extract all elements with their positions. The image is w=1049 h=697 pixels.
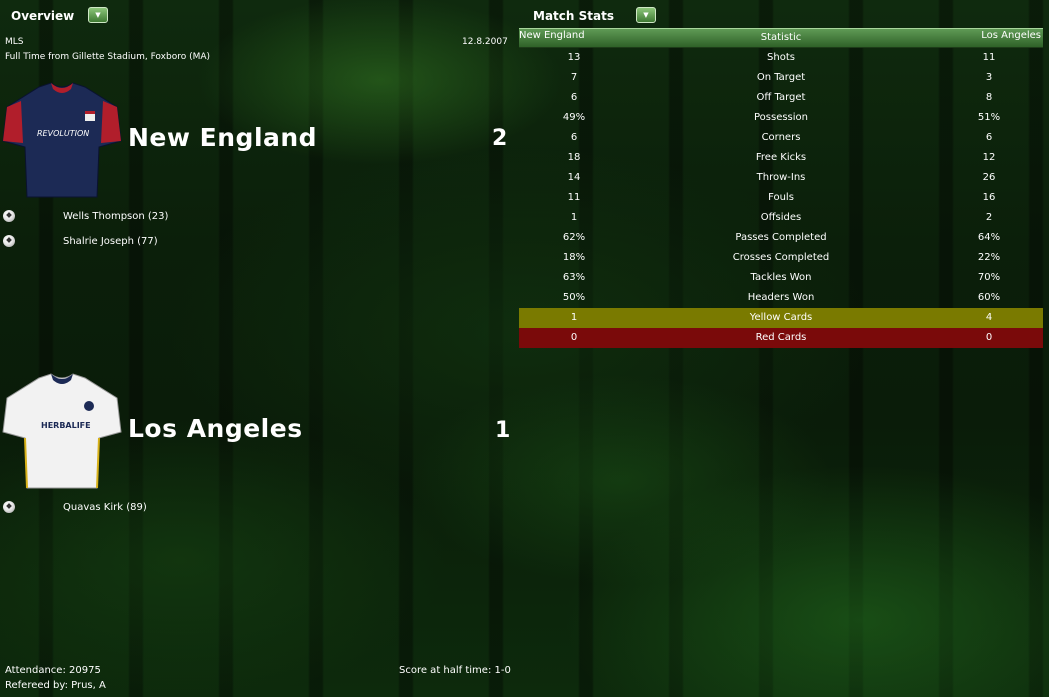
stats-row: 18 Free Kicks 12 [519,148,1043,168]
referee-text: Refereed by: Prus, A [5,680,106,691]
stats-row: 6 Corners 6 [519,128,1043,148]
stat-home-value: 62% [562,232,586,243]
stats-table-body: 13 Shots 11 7 On Target 3 6 Off Target 8 49% Posse… [519,48,1043,348]
competition-label: MLS [5,37,24,47]
stat-name: Headers Won [747,292,815,303]
stat-name: Passes Completed [735,232,827,243]
away-team-shirt: HERBALIFE [1,372,123,494]
column-header-statistic[interactable]: Statistic [699,32,863,43]
stat-away-value: 12 [982,152,996,163]
stats-table-header: New England Statistic Los Angeles [519,28,1043,48]
stat-home-value: 1 [570,312,578,323]
stat-away-value: 60% [977,292,1001,303]
column-header-away[interactable]: Los Angeles [981,30,1041,41]
stat-away-value: 0 [985,332,993,343]
away-team-name: Los Angeles [128,414,303,443]
home-team-name: New England [128,123,318,152]
match-stats-table: New England Statistic Los Angeles 13 Shot… [519,28,1043,348]
stat-name: Red Cards [755,332,807,343]
home-shirt-sponsor: REVOLUTION [37,129,89,138]
away-score: 1 [495,418,511,443]
ball-icon [3,235,15,247]
stat-name: Throw-Ins [756,172,806,183]
stats-row: 7 On Target 3 [519,68,1043,88]
stat-home-value: 6 [570,92,578,103]
stats-row: 63% Tackles Won 70% [519,268,1043,288]
column-header-home[interactable]: New England [519,30,585,41]
stat-away-value: 22% [977,252,1001,263]
stat-home-value: 6 [570,132,578,143]
stats-row: 1 Offsides 2 [519,208,1043,228]
half-time-score-text: Score at half time: 1-0 [399,665,511,676]
stat-home-value: 14 [567,172,581,183]
chevron-down-icon: ▼ [95,10,101,19]
stats-row: 6 Off Target 8 [519,88,1043,108]
stats-row: 14 Throw-Ins 26 [519,168,1043,188]
stats-row: 50% Headers Won 60% [519,288,1043,308]
stat-name: Free Kicks [755,152,807,163]
overview-title: Overview [11,9,75,23]
stats-row: 49% Possession 51% [519,108,1043,128]
stat-away-value: 2 [985,212,993,223]
stat-away-value: 26 [982,172,996,183]
stat-home-value: 13 [567,52,581,63]
match-stats-title: Match Stats [533,9,614,23]
scorer-name: Shalrie Joseph (77) [63,235,158,247]
stat-away-value: 4 [985,312,993,323]
stat-home-value: 49% [562,112,586,123]
stats-row: 62% Passes Completed 64% [519,228,1043,248]
away-shirt-sponsor: HERBALIFE [41,421,91,430]
stats-row: 18% Crosses Completed 22% [519,248,1043,268]
home-team-shirt: REVOLUTION [1,81,123,203]
stat-home-value: 18 [567,152,581,163]
stat-name: Yellow Cards [749,312,813,323]
scorer-name: Wells Thompson (23) [63,210,169,222]
scorer-row: Quavas Kirk (89) [3,499,303,515]
match-date: 12.8.2007 [462,37,508,47]
stat-home-value: 0 [570,332,578,343]
stat-home-value: 7 [570,72,578,83]
stat-name: Corners [761,132,801,143]
stat-home-value: 50% [562,292,586,303]
stat-name: Fouls [768,192,794,203]
stat-away-value: 8 [985,92,993,103]
stat-away-value: 3 [985,72,993,83]
stat-away-value: 11 [982,52,996,63]
stat-name: On Target [756,72,806,83]
stat-name: Crosses Completed [732,252,830,263]
stat-home-value: 11 [567,192,581,203]
home-score: 2 [492,126,508,151]
stats-row: 13 Shots 11 [519,48,1043,68]
stat-name: Possession [753,112,809,123]
stat-name: Tackles Won [750,272,812,283]
stat-name: Off Target [756,92,806,103]
ball-icon [3,210,15,222]
attendance-text: Attendance: 20975 [5,665,101,676]
stats-row: 0 Red Cards 0 [519,328,1043,348]
stat-away-value: 64% [977,232,1001,243]
stats-row: 1 Yellow Cards 4 [519,308,1043,328]
stat-name: Offsides [760,212,802,223]
match-stats-dropdown-button[interactable]: ▼ [636,7,656,23]
venue-text: Full Time from Gillette Stadium, Foxboro… [5,52,211,62]
chevron-down-icon: ▼ [643,10,649,19]
stat-home-value: 1 [570,212,578,223]
ball-icon [3,501,15,513]
stat-home-value: 18% [562,252,586,263]
overview-dropdown-button[interactable]: ▼ [88,7,108,23]
scorer-name: Quavas Kirk (89) [63,501,147,513]
stat-name: Shots [767,52,795,63]
scorer-row: Wells Thompson (23) [3,208,303,224]
stat-away-value: 51% [977,112,1001,123]
scorer-row: Shalrie Joseph (77) [3,233,303,249]
stat-home-value: 63% [562,272,586,283]
stats-row: 11 Fouls 16 [519,188,1043,208]
stat-away-value: 6 [985,132,993,143]
stat-away-value: 70% [977,272,1001,283]
stat-away-value: 16 [982,192,996,203]
